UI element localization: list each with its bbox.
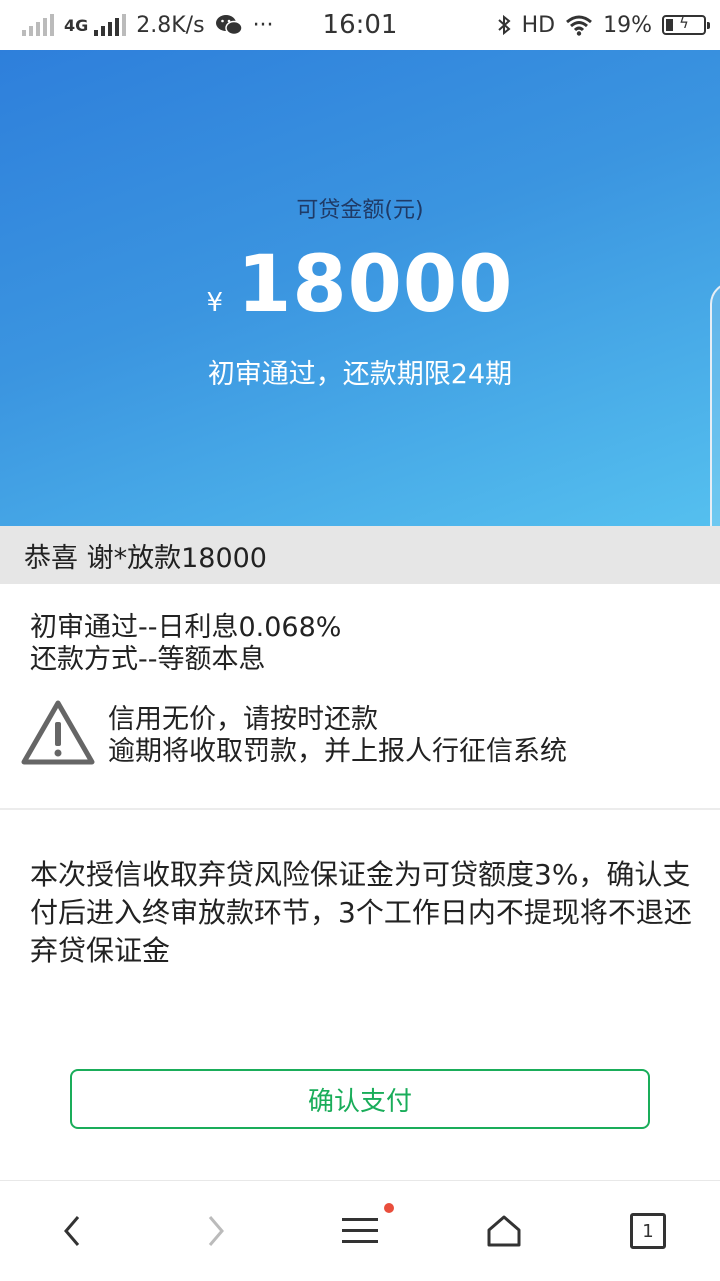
- interest-rate-line: 初审通过--日利息0.068%: [30, 612, 342, 643]
- wifi-icon: [566, 15, 593, 36]
- charging-bolt-icon: ϟ: [679, 14, 689, 32]
- forward-button[interactable]: [166, 1181, 266, 1281]
- loan-amount-hero: 可贷金额(元) ¥ 18000 初审通过，还款期限24期: [0, 50, 720, 576]
- loan-amount-value: 18000: [237, 240, 514, 330]
- warning-line-2: 逾期将收取罚款，并上报人行征信系统: [108, 736, 567, 767]
- approval-subtitle: 初审通过，还款期限24期: [207, 359, 513, 390]
- back-button[interactable]: [22, 1181, 122, 1281]
- warning-triangle-icon: [21, 700, 95, 765]
- tab-count: 1: [630, 1213, 666, 1249]
- chevron-right-icon: [208, 1216, 224, 1246]
- deposit-notice: 本次授信收取弃贷风险保证金为可贷额度3%，确认支付后进入终审放款环节，3个工作日…: [30, 858, 692, 967]
- hd-indicator: HD: [521, 12, 556, 38]
- tabs-button[interactable]: 1: [598, 1181, 698, 1281]
- status-right: HD 19% ϟ: [496, 0, 710, 50]
- chevron-left-icon: [64, 1216, 80, 1246]
- battery-icon: ϟ: [662, 14, 710, 35]
- hamburger-menu-icon: [342, 1218, 378, 1243]
- home-button[interactable]: [454, 1181, 554, 1281]
- loan-amount-row: ¥ 18000: [0, 240, 720, 330]
- browser-bottom-nav: 1: [0, 1180, 720, 1281]
- repayment-method-line: 还款方式--等额本息: [30, 644, 266, 675]
- warning-line-1: 信用无价，请按时还款: [108, 704, 378, 735]
- currency-symbol: ¥: [206, 288, 224, 318]
- home-icon: [487, 1215, 521, 1247]
- menu-button[interactable]: [310, 1181, 410, 1281]
- bluetooth-icon: [497, 14, 511, 36]
- notification-dot: [384, 1203, 394, 1213]
- section-divider: [0, 808, 720, 810]
- credit-warning: 信用无价，请按时还款 逾期将收取罚款，并上报人行征信系统: [20, 698, 567, 768]
- battery-percent: 19%: [603, 12, 652, 38]
- loan-amount-label: 可贷金额(元): [296, 198, 424, 223]
- status-bar: 4G 2.8K/s ··· 16:01 HD 19% ϟ: [0, 0, 720, 50]
- confirm-payment-button[interactable]: 确认支付: [70, 1069, 650, 1129]
- ticker-text: 恭喜 谢*放款18000: [24, 542, 267, 574]
- loan-terms: 初审通过--日利息0.068% 还款方式--等额本息: [30, 612, 341, 676]
- warning-text: 信用无价，请按时还款 逾期将收取罚款，并上报人行征信系统: [108, 698, 567, 768]
- disbursement-ticker: 恭喜 谢*放款18000: [0, 526, 720, 584]
